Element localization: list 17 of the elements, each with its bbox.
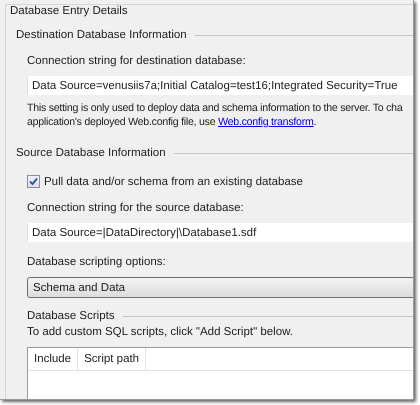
section-title: Database Scripts	[27, 310, 115, 322]
column-header[interactable]: Include	[28, 348, 78, 370]
connection-string-field[interactable]: Data Source=|DataDirectory|\Database1.sdf	[27, 223, 413, 242]
help-text: This setting is only used to deploy data and schema information to the server. To cha	[27, 101, 404, 115]
checkbox-label[interactable]: Pull data and/or schema from an existing database	[44, 176, 303, 188]
section-title: Destination Database Information	[16, 29, 187, 41]
web-config-transform-link[interactable]: Web.config transform	[218, 116, 314, 128]
help-text: application's deployed Web.config file, use Web.config transform.	[27, 115, 318, 129]
field-label: Connection string for the source database:	[27, 202, 245, 214]
connection-string-field[interactable]: Data Source=venusiis7a;Initial Catalog=test16;Integrated Security=True	[27, 76, 413, 95]
checkbox[interactable]	[27, 175, 40, 188]
scripting-options-dropdown[interactable]: Schema and Data	[27, 277, 413, 298]
hint-text: To add custom SQL scripts, click "Add Script" below.	[27, 326, 294, 338]
field-label: Database scripting options:	[27, 256, 167, 268]
field-label: Connection string for destination database:	[27, 55, 247, 67]
section-title: Source Database Information	[16, 147, 166, 159]
column-header[interactable]: Script path	[78, 348, 146, 370]
